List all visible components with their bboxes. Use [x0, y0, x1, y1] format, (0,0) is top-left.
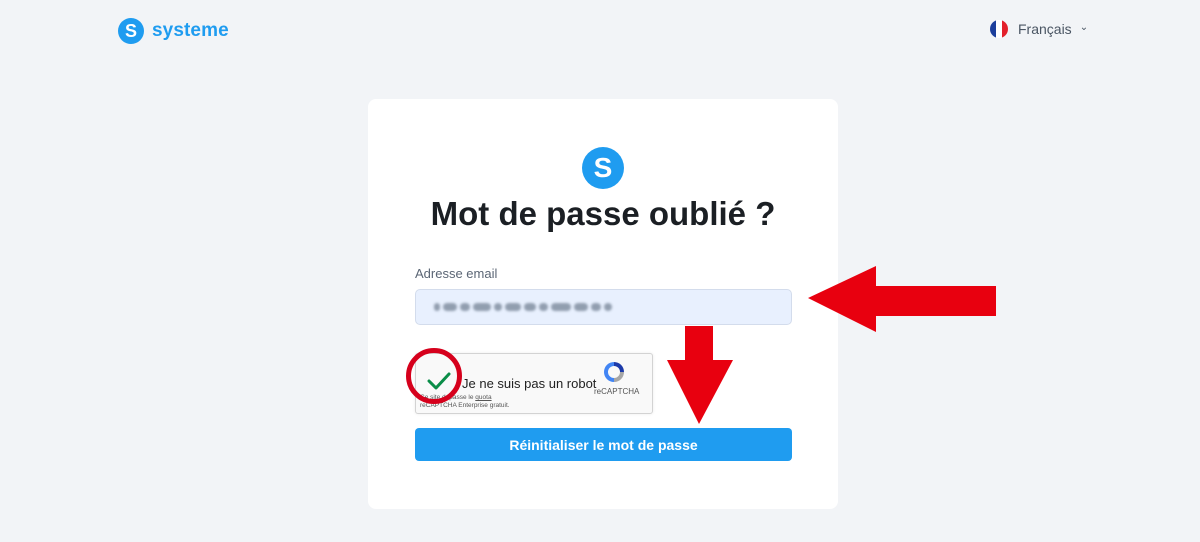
language-selector[interactable]: Français ⌄ — [990, 20, 1088, 38]
france-flag-icon — [990, 20, 1008, 38]
quota-link[interactable]: quota — [475, 394, 491, 401]
page-title: Mot de passe oublié ? — [430, 195, 776, 232]
recaptcha-brand: reCAPTCHA — [594, 387, 640, 396]
systeme-logo-icon: S — [118, 18, 144, 44]
annotation-circle — [406, 348, 462, 404]
brand-name: systeme — [152, 20, 229, 41]
annotation-arrow-down-icon — [667, 326, 733, 424]
reset-password-button[interactable]: Réinitialiser le mot de passe — [415, 428, 792, 461]
header-logo[interactable]: S systeme — [118, 18, 229, 44]
recaptcha-logo-icon — [604, 362, 624, 382]
language-label: Français — [1018, 21, 1072, 37]
recaptcha-label: Je ne suis pas un robot — [462, 376, 597, 391]
annotation-arrow-left-icon — [808, 266, 996, 332]
email-label: Adresse email — [415, 266, 498, 281]
systeme-logo-icon: S — [582, 147, 624, 189]
chevron-down-icon: ⌄ — [1079, 21, 1089, 33]
forgot-password-card: S Mot de passe oublié ? Adresse email Je… — [368, 99, 838, 509]
obscured-email-value — [434, 298, 634, 316]
